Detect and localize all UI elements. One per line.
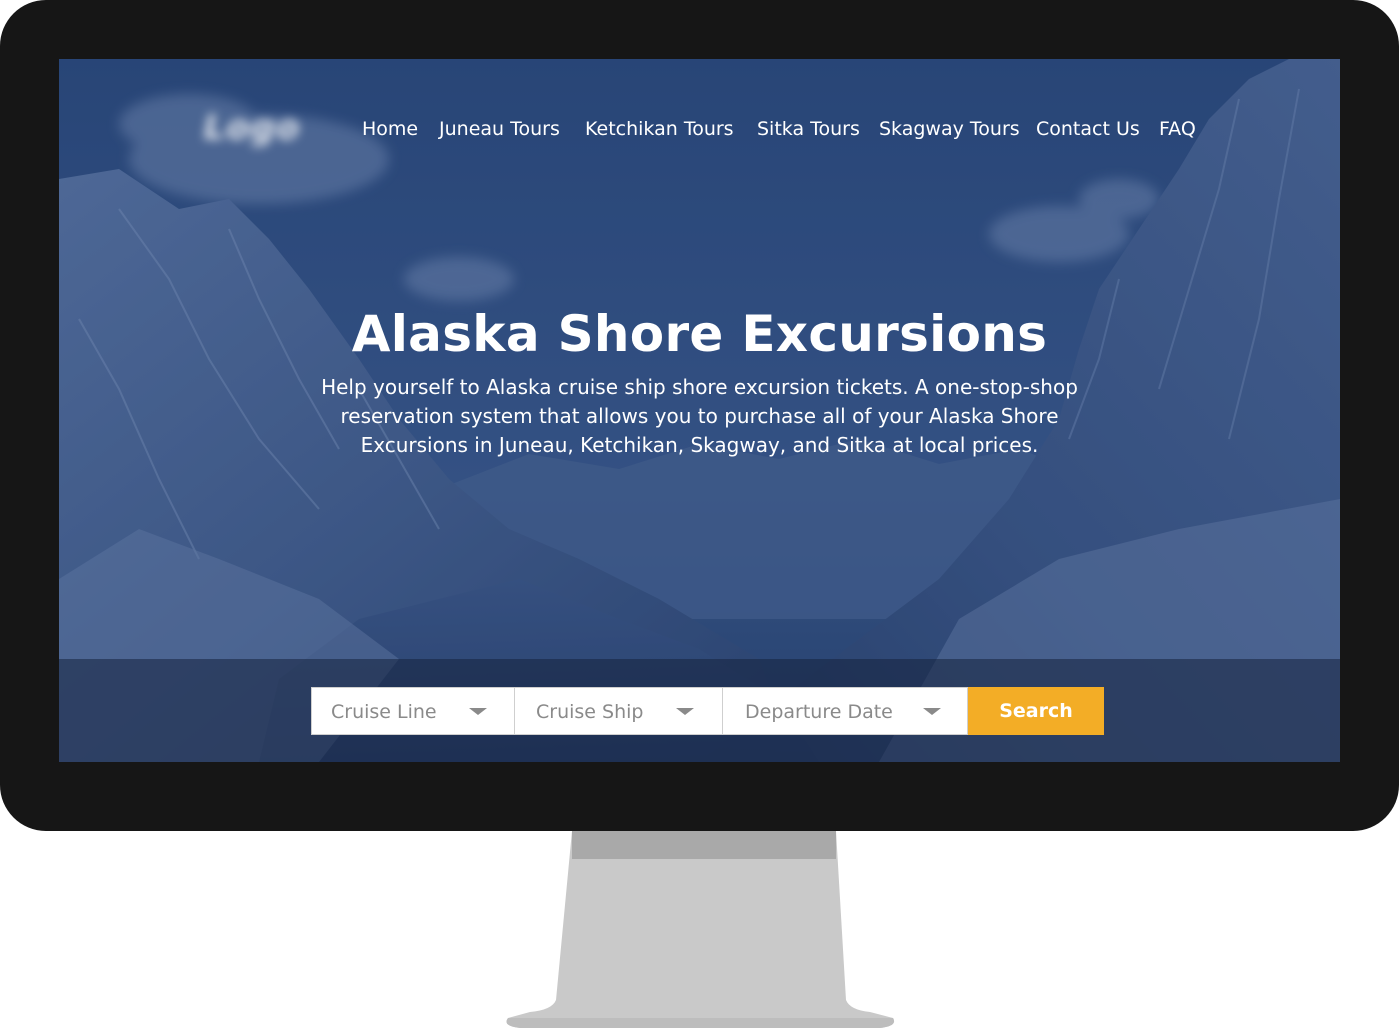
nav-ketchikan-tours[interactable]: Ketchikan Tours [585, 111, 734, 147]
monitor-mockup: Logo Home Juneau Tours Ketchikan Tours S… [0, 0, 1399, 1030]
nav-home[interactable]: Home [362, 111, 418, 147]
cruise-ship-placeholder: Cruise Ship [536, 701, 644, 723]
search-form: Cruise Line Cruise Ship Departure Date S… [311, 687, 1104, 735]
nav-sitka-tours[interactable]: Sitka Tours [757, 111, 860, 147]
cruise-line-placeholder: Cruise Line [331, 701, 437, 723]
nav-skagway-tours[interactable]: Skagway Tours [879, 111, 1020, 147]
departure-date-select[interactable]: Departure Date [723, 687, 968, 735]
cruise-line-select[interactable]: Cruise Line [311, 687, 515, 735]
caret-down-icon [469, 708, 487, 715]
main-navigation: Home Juneau Tours Ketchikan Tours Sitka … [59, 111, 1340, 147]
browser-viewport: Logo Home Juneau Tours Ketchikan Tours S… [59, 59, 1340, 762]
cruise-ship-select[interactable]: Cruise Ship [515, 687, 723, 735]
nav-faq[interactable]: FAQ [1159, 111, 1196, 147]
search-button[interactable]: Search [968, 687, 1104, 735]
caret-down-icon [676, 708, 694, 715]
nav-juneau-tours[interactable]: Juneau Tours [439, 111, 560, 147]
hero-subtitle: Help yourself to Alaska cruise ship shor… [321, 375, 1078, 457]
caret-down-icon [923, 708, 941, 715]
departure-date-placeholder: Departure Date [745, 701, 893, 723]
hero-title: Alaska Shore Excursions [351, 305, 1048, 363]
nav-contact-us[interactable]: Contact Us [1036, 111, 1140, 147]
